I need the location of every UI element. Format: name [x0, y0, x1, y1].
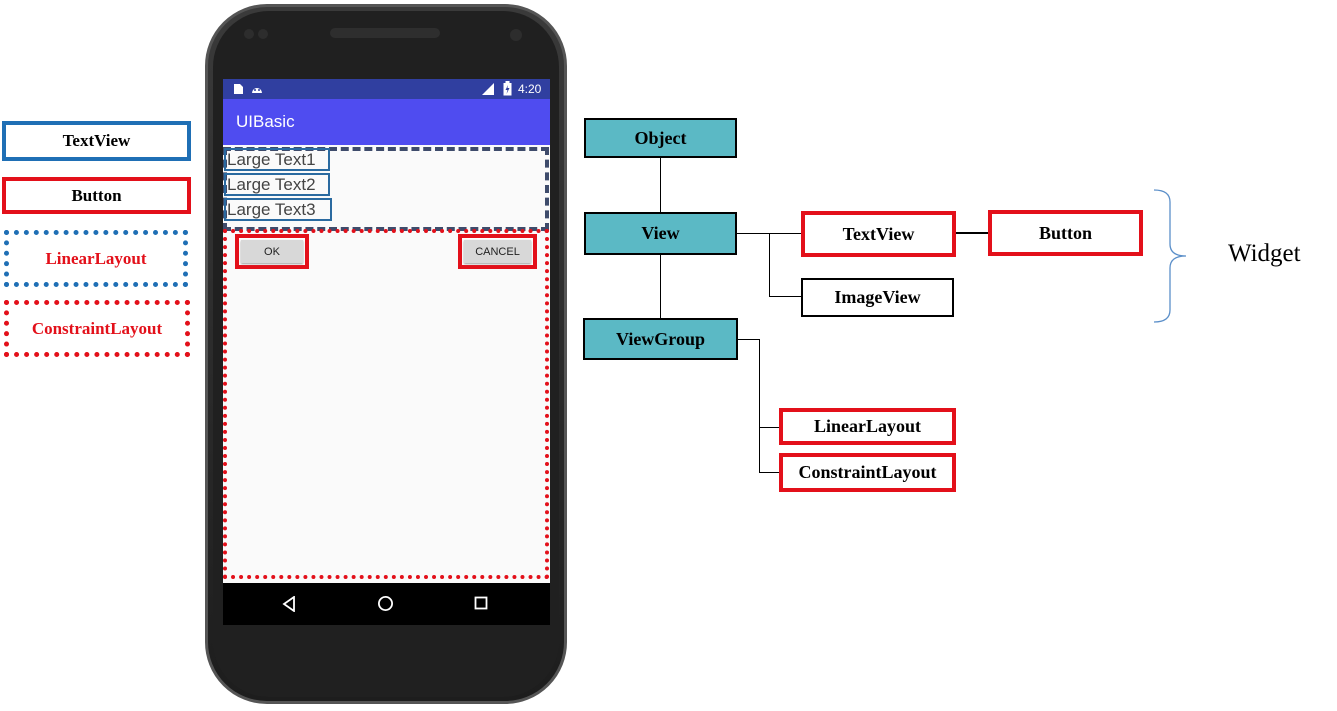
- phone-speaker: [330, 28, 440, 38]
- large-text-2: Large Text2: [224, 173, 330, 196]
- node-constraintlayout: ConstraintLayout: [779, 453, 956, 492]
- connector-viewgroup-constraintlayout: [759, 472, 779, 473]
- legend-constraintlayout: ConstraintLayout: [4, 300, 190, 357]
- node-button-label: Button: [1038, 222, 1092, 243]
- large-text-3: Large Text3: [224, 198, 332, 221]
- node-constraintlayout-label: ConstraintLayout: [798, 462, 937, 482]
- node-object: Object: [584, 118, 737, 158]
- status-bar: 4:20: [223, 79, 550, 99]
- node-textview-label: TextView: [842, 223, 915, 244]
- connector-object-view: [660, 157, 661, 212]
- connector-vertical-viewgroup-children: [759, 339, 760, 473]
- cancel-button[interactable]: CANCEL: [458, 234, 537, 269]
- sd-card-icon: [234, 84, 243, 94]
- node-object-label: Object: [634, 127, 687, 148]
- node-view-label: View: [641, 223, 680, 243]
- connector-viewgroup-out: [737, 339, 760, 340]
- large-text-1: Large Text1: [224, 148, 330, 171]
- node-button: Button: [988, 210, 1143, 256]
- app-title: UIBasic: [236, 112, 295, 131]
- legend-linearlayout-label: LinearLayout: [45, 248, 147, 268]
- cancel-button-label: CANCEL: [475, 245, 520, 258]
- connector-textview-button: [956, 232, 989, 234]
- app-bar: UIBasic: [223, 99, 550, 145]
- connector-view-imageview: [769, 296, 802, 297]
- sensor-dot: [244, 29, 254, 39]
- recents-icon[interactable]: [474, 596, 488, 610]
- node-textview: TextView: [801, 211, 956, 257]
- home-icon[interactable]: [377, 595, 394, 612]
- node-viewgroup: ViewGroup: [583, 318, 738, 360]
- legend-button: Button: [2, 177, 191, 214]
- connector-vertical-view-children: [769, 233, 770, 297]
- signal-icon: [482, 83, 494, 95]
- ok-button-label: OK: [264, 245, 280, 258]
- sensor-dot: [258, 29, 268, 39]
- nav-bar: [223, 583, 550, 625]
- legend-constraintlayout-label: ConstraintLayout: [31, 318, 163, 338]
- node-viewgroup-label: ViewGroup: [615, 328, 705, 349]
- node-imageview: ImageView: [801, 278, 954, 317]
- widget-label: Widget: [1228, 240, 1301, 267]
- node-linearlayout: LinearLayout: [779, 408, 956, 445]
- node-view: View: [584, 212, 737, 255]
- connector-viewgroup-linearlayout: [759, 427, 779, 428]
- constraintlayout-frame: [223, 229, 549, 579]
- legend-button-label: Button: [71, 185, 122, 205]
- legend-textview: TextView: [2, 121, 191, 161]
- back-icon[interactable]: [282, 596, 296, 612]
- battery-icon: [503, 81, 512, 96]
- status-time: 4:20: [518, 82, 542, 96]
- front-camera: [510, 29, 522, 41]
- connector-view-viewgroup: [660, 254, 661, 318]
- node-linearlayout-label: LinearLayout: [813, 416, 921, 436]
- android-icon: [252, 88, 262, 93]
- legend-linearlayout: LinearLayout: [4, 230, 188, 287]
- node-imageview-label: ImageView: [834, 287, 921, 307]
- legend-textview-label: TextView: [62, 131, 131, 150]
- widget-brace: [1153, 189, 1187, 323]
- ok-button[interactable]: OK: [235, 234, 309, 269]
